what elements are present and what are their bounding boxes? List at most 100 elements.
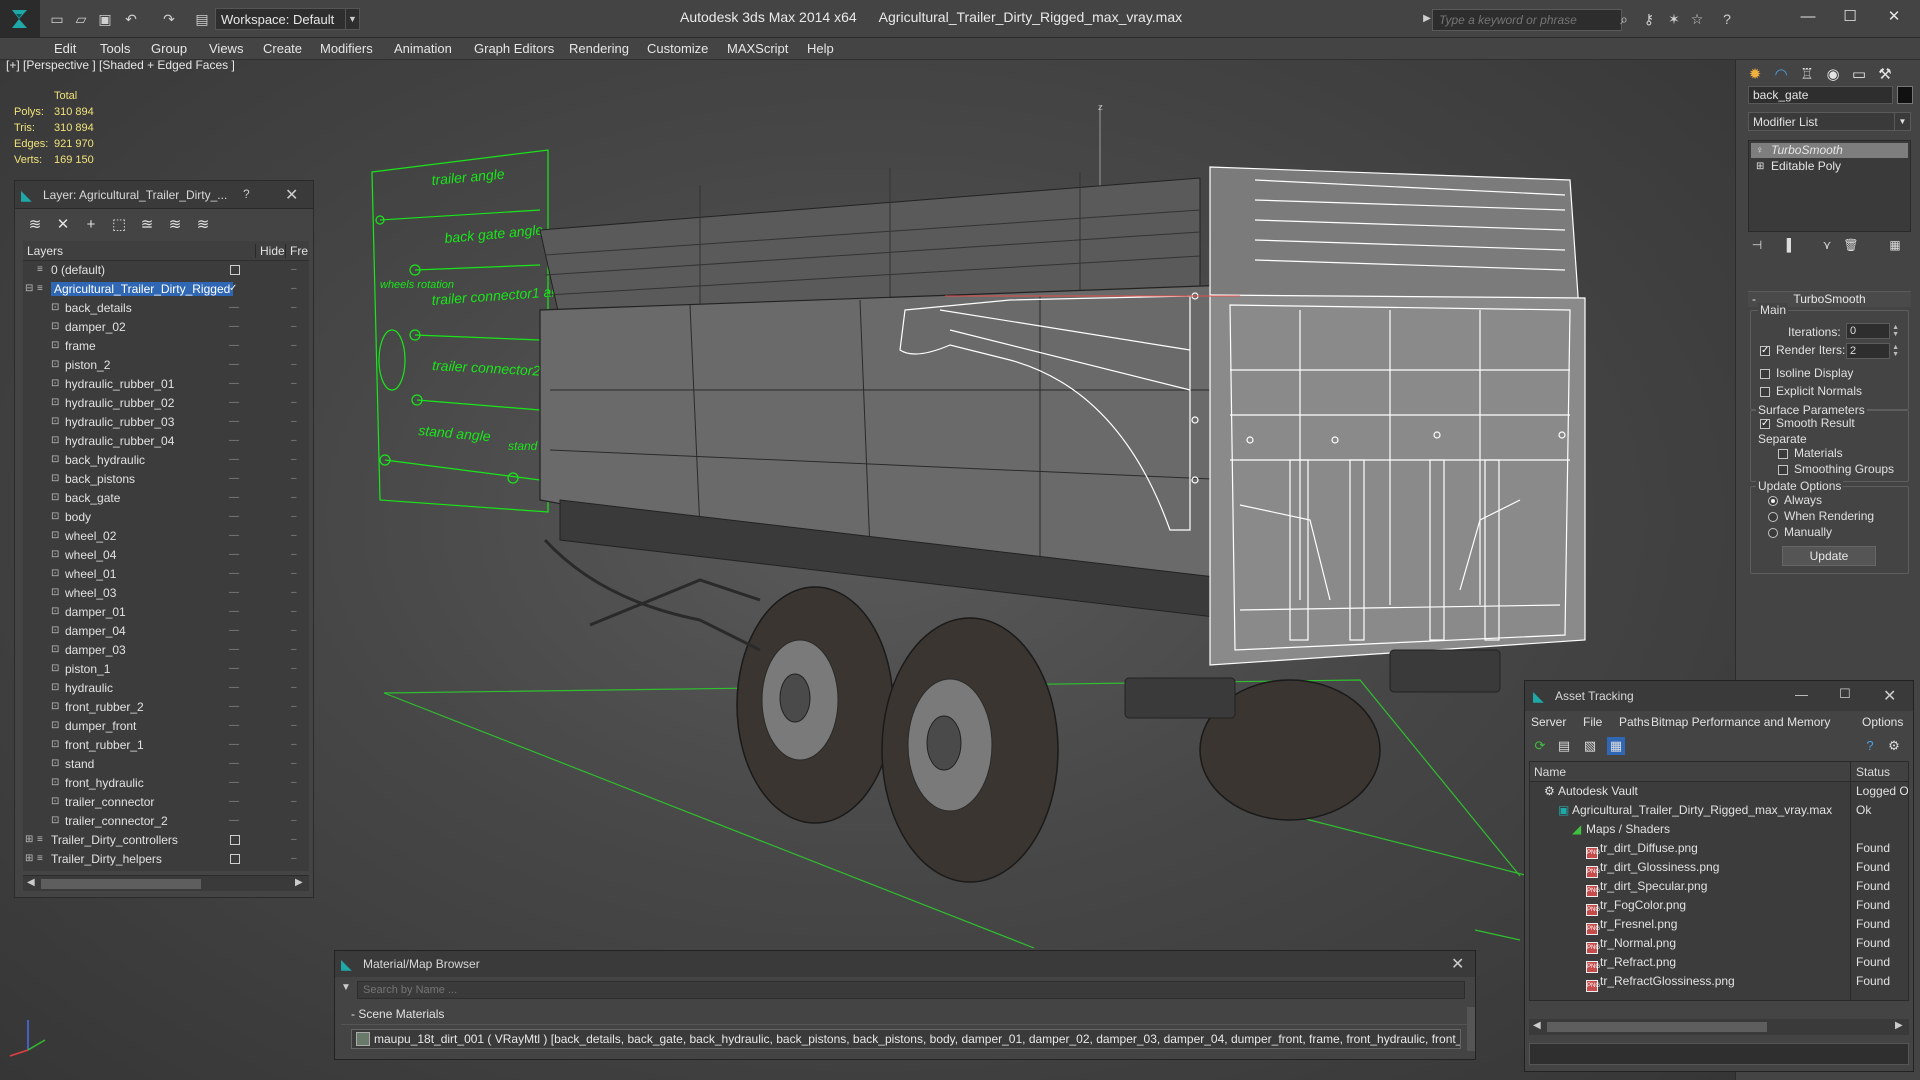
close-icon[interactable]: ✕ [1883, 686, 1896, 706]
hide-toggle[interactable]: ‒‒ [229, 720, 239, 731]
hide-toggle[interactable] [230, 265, 240, 275]
expand-plus-icon[interactable]: ⊞ [25, 834, 35, 846]
current-layer-check-icon[interactable]: ✓ [229, 283, 239, 295]
spinner-arrows-icon[interactable]: ▲ ▼ [1892, 324, 1899, 338]
scroll-thumb[interactable] [41, 879, 201, 889]
iterations-spinner[interactable]: 0 ▲ ▼ [1846, 323, 1899, 339]
manually-radio[interactable] [1768, 528, 1778, 538]
object-row[interactable]: ⊡ back_gate ‒‒ ‒ [23, 489, 309, 508]
freeze-toggle[interactable]: ‒ [291, 416, 296, 427]
asset-row[interactable]: PNG tr_dirt_Glossiness.png Found [1530, 858, 1908, 878]
project-folder-icon[interactable]: ▤ [193, 10, 211, 28]
freeze-toggle[interactable]: ‒ [291, 397, 296, 408]
freeze-toggle[interactable]: ‒ [291, 796, 296, 807]
asset-path-field[interactable] [1529, 1043, 1909, 1065]
asset-row[interactable]: ⚙ Autodesk Vault Logged O [1530, 782, 1908, 801]
explicit-normals-checkbox[interactable] [1760, 387, 1770, 397]
freeze-toggle[interactable]: ‒ [291, 359, 296, 370]
object-row[interactable]: ⊡ damper_04 ‒‒ ‒ [23, 622, 309, 641]
make-unique-icon[interactable]: ⋎ [1818, 236, 1836, 254]
save-icon[interactable]: ▣ [96, 10, 114, 28]
freeze-toggle[interactable]: ‒ [291, 435, 296, 446]
freeze-toggle[interactable]: ‒ [291, 663, 296, 674]
favorites-star-icon[interactable]: ☆ [1688, 10, 1706, 28]
table-view-icon[interactable]: ▦ [1607, 737, 1625, 755]
spinner-arrows-icon[interactable]: ▲ ▼ [1892, 344, 1899, 358]
horizontal-scrollbar[interactable]: ◀ ▶ [23, 875, 309, 891]
modifier-list-dropdown[interactable]: Modifier List ▼ [1748, 112, 1911, 131]
layer-panel-titlebar[interactable]: ◣ Layer: Agricultural_Trailer_Dirty_... … [15, 181, 313, 209]
hide-toggle[interactable]: ‒‒ [229, 473, 239, 484]
freeze-all-icon[interactable]: ≋ [193, 215, 213, 235]
hide-toggle[interactable]: ‒‒ [229, 549, 239, 560]
search-input[interactable] [1433, 10, 1621, 30]
search-box[interactable] [1432, 9, 1622, 31]
motion-tab-icon[interactable]: ◉ [1822, 64, 1844, 86]
hide-toggle[interactable]: ‒‒ [229, 359, 239, 370]
communication-icon[interactable]: ✶ [1665, 10, 1683, 28]
settings-icon[interactable]: ⚙ [1885, 737, 1903, 755]
freeze-toggle[interactable]: ‒ [291, 701, 296, 712]
hide-toggle[interactable]: ‒‒ [229, 815, 239, 826]
freeze-toggle[interactable]: ‒ [291, 511, 296, 522]
render-iters-spinner[interactable]: 2 ▲ ▼ [1846, 343, 1899, 359]
layer-stack-icon[interactable]: ≋ [25, 215, 45, 235]
new-file-icon[interactable]: ▭ [48, 10, 66, 28]
menu-create[interactable]: Create [263, 41, 302, 56]
create-tab-icon[interactable]: ✹ [1744, 64, 1766, 86]
menu-options[interactable]: Options [1862, 715, 1903, 729]
hide-toggle[interactable]: ‒‒ [229, 739, 239, 750]
scroll-thumb[interactable] [1547, 1022, 1767, 1032]
viewport-label[interactable]: [+] [Perspective ] [Shaded + Edged Faces… [6, 58, 235, 72]
pin-stack-icon[interactable]: ⊣ [1748, 236, 1766, 254]
hide-toggle[interactable]: ‒‒ [229, 530, 239, 541]
freeze-toggle[interactable]: ‒ [291, 606, 296, 617]
asset-row[interactable]: PNG tr_dirt_Diffuse.png Found [1530, 839, 1908, 859]
collapse-icon[interactable]: - [1752, 292, 1756, 306]
freeze-toggle[interactable]: ‒ [291, 758, 296, 769]
object-row[interactable]: ⊡ hydraulic_rubber_01 ‒‒ ‒ [23, 375, 309, 394]
when-rendering-radio[interactable] [1768, 512, 1778, 522]
chevron-down-icon[interactable]: ▼ [1894, 113, 1910, 130]
object-row[interactable]: ⊡ wheel_01 ‒‒ ‒ [23, 565, 309, 584]
help-icon[interactable]: ? [1861, 737, 1879, 755]
col-layers[interactable]: Layers [27, 244, 63, 258]
asset-row[interactable]: PNG tr_Normal.png Found [1530, 934, 1908, 954]
object-row[interactable]: ⊡ hydraulic ‒‒ ‒ [23, 679, 309, 698]
hide-toggle[interactable]: ‒‒ [229, 644, 239, 655]
layer-row[interactable]: ⊞ ≡ Trailer_Dirty_helpers ‒ [23, 850, 309, 869]
scroll-right-icon[interactable]: ▶ [1895, 1020, 1903, 1031]
object-row[interactable]: ⊡ trailer_connector ‒‒ ‒ [23, 793, 309, 812]
scene-materials-group[interactable]: - Scene Materials [341, 1007, 1469, 1025]
object-row[interactable]: ⊡ stand ‒‒ ‒ [23, 755, 309, 774]
object-row[interactable]: ⊡ hydraulic_rubber_02 ‒‒ ‒ [23, 394, 309, 413]
isoline-checkbox[interactable] [1760, 369, 1770, 379]
display-tab-icon[interactable]: ▭ [1848, 64, 1870, 86]
freeze-toggle[interactable]: ‒ [291, 264, 296, 275]
scroll-left-icon[interactable]: ◀ [1533, 1020, 1541, 1031]
help-button[interactable]: ? [243, 187, 250, 201]
freeze-toggle[interactable]: ‒ [291, 340, 296, 351]
chevron-down-icon[interactable]: ▼ [345, 8, 359, 30]
smooth-result-checkbox[interactable]: ✓ [1760, 419, 1770, 429]
col-hide[interactable]: Hide [255, 244, 285, 258]
hide-toggle[interactable]: ‒‒ [229, 454, 239, 465]
asset-row[interactable]: PNG tr_Refract.png Found [1530, 953, 1908, 973]
remove-modifier-icon[interactable]: 🗑 [1842, 236, 1860, 254]
object-row[interactable]: ⊡ back_details ‒‒ ‒ [23, 299, 309, 318]
hide-toggle[interactable]: ‒‒ [229, 568, 239, 579]
object-row[interactable]: ⊡ piston_1 ‒‒ ‒ [23, 660, 309, 679]
list-view-icon[interactable]: ▤ [1555, 737, 1573, 755]
hide-toggle[interactable] [230, 835, 240, 845]
app-logo-icon[interactable] [0, 0, 40, 38]
freeze-toggle[interactable]: ‒ [291, 853, 296, 864]
menu-customize[interactable]: Customize [647, 41, 708, 56]
expand-plus-icon[interactable]: ⊞ [25, 853, 35, 865]
freeze-toggle[interactable]: ‒ [291, 739, 296, 750]
hide-toggle[interactable]: ‒‒ [229, 777, 239, 788]
utilities-tab-icon[interactable]: ⚒ [1874, 64, 1896, 86]
thumbnail-icon[interactable]: ▧ [1581, 737, 1599, 755]
close-icon[interactable]: ✕ [285, 185, 298, 205]
object-row[interactable]: ⊡ body ‒‒ ‒ [23, 508, 309, 527]
col-status[interactable]: Status [1856, 765, 1890, 779]
